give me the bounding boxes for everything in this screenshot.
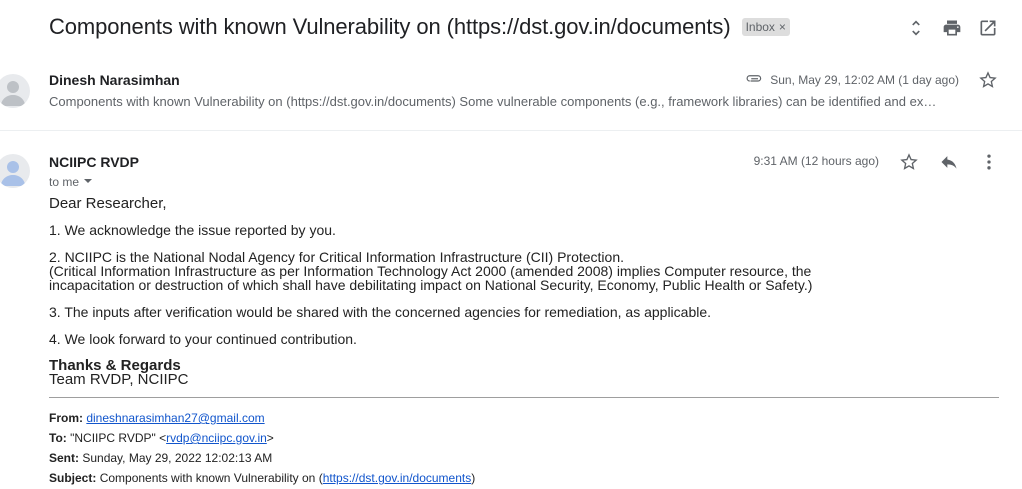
more-options-icon[interactable] [979,152,999,172]
quoted-sent-value: Sunday, May 29, 2022 12:02:13 AM [82,451,273,465]
quoted-to-label: To: [49,431,67,445]
body-paragraph-4: 4. We look forward to your continued con… [49,331,357,347]
thread-actions [906,18,998,38]
sender-name: NCIIPC RVDP [49,154,139,170]
quoted-sent-label: Sent: [49,451,79,465]
thread-subject-row: Components with known Vulnerability on (… [49,14,790,40]
quoted-subject-row: Subject: Components with known Vulnerabi… [49,468,475,488]
remove-label-button[interactable]: × [779,20,786,34]
inbox-label-text: Inbox [745,20,775,34]
body-paragraph-1: 1. We acknowledge the issue reported by … [49,222,336,238]
reply-icon[interactable] [939,152,959,172]
body-paragraph-2: 2. NCIIPC is the National Nodal Agency f… [49,250,989,292]
star-icon[interactable] [899,152,919,172]
signature-team: Team RVDP, NCIIPC [49,371,189,388]
closing: Thanks & Regards [49,357,181,374]
star-icon[interactable] [978,70,998,90]
quoted-to-email-link[interactable]: rvdp@nciipc.gov.in [166,431,267,445]
expand-collapse-icon[interactable] [906,18,926,38]
quoted-subject-prefix: Components with known Vulnerability on ( [99,471,323,485]
quoted-subject-link[interactable]: https://dst.gov.in/documents [323,471,472,485]
quoted-from-email-link[interactable]: dineshnarasimhan27@gmail.com [86,411,264,425]
body-paragraph-3: 3. The inputs after verification would b… [49,304,712,320]
quoted-from-label: From: [49,411,83,425]
body-paragraph-2-line-3: incapacitation or destruction of which s… [49,277,813,293]
to-me-label: to me [49,175,80,189]
quoted-sent-row: Sent: Sunday, May 29, 2022 12:02:13 AM [49,448,475,468]
quoted-headers: From: dineshnarasimhan27@gmail.com To: "… [49,408,475,488]
quoted-to-name: "NCIIPC RVDP" < [70,431,167,445]
print-icon[interactable] [942,18,962,38]
sender-name: Dinesh Narasimhan [49,72,180,88]
open-new-window-icon[interactable] [978,18,998,38]
thread-subject: Components with known Vulnerability on (… [49,14,731,39]
sender-avatar [0,74,30,108]
recipient-details-toggle[interactable]: to me [49,175,93,189]
inbox-label-chip[interactable]: Inbox × [741,18,790,36]
quoted-from-row: From: dineshnarasimhan27@gmail.com [49,408,475,428]
quoted-subject-suffix: ) [471,471,476,485]
quoted-to-close: > [266,431,274,445]
greeting: Dear Researcher, [49,195,167,212]
message-body: Dear Researcher, 1. We acknowledge the i… [49,195,989,388]
message-divider [0,130,1022,131]
collapsed-message[interactable]: Dinesh Narasimhan Sun, May 29, 12:02 AM … [0,60,1022,130]
attachment-icon [746,72,764,87]
quoted-subject-label: Subject: [49,471,97,485]
quoted-to-row: To: "NCIIPC RVDP" <rvdp@nciipc.gov.in> [49,428,475,448]
message-snippet: Components with known Vulnerability on (… [49,94,937,109]
message-date: Sun, May 29, 12:02 AM (1 day ago) [770,72,959,87]
message-meta: Sun, May 29, 12:02 AM (1 day ago) [746,72,959,87]
quote-divider [49,397,999,398]
chevron-down-icon [83,175,93,189]
message-time: 9:31 AM (12 hours ago) [753,154,879,168]
sender-avatar [0,154,30,188]
